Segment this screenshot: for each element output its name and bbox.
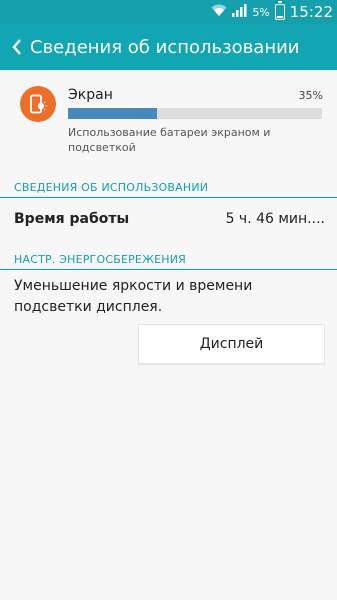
power-saving-description: Уменьшение яркости и времени подсветки д… [14,278,253,315]
page-title[interactable]: Сведения об использовании [30,37,300,58]
signal-icon [232,4,247,20]
section-header-power-saving: НАСТР. ЭНЕРГОСБЕРЕЖЕНИЯ [0,250,337,270]
section-header-usage-details: СВЕДЕНИЯ ОБ ИСПОЛЬЗОВАНИИ [0,178,337,198]
wifi-icon [211,4,227,20]
section-header-label: НАСТР. ЭНЕРГОСБЕРЕЖЕНИЯ [14,253,187,266]
clock: 15:22 [289,3,333,21]
status-icons: 5% 15:22 [211,0,333,24]
usage-description: Использование батареи экраном и подсветк… [68,126,271,154]
app-bar: Сведения об использовании [0,24,337,70]
battery-percent: 5% [252,5,270,19]
usage-progress-bar [68,108,322,119]
battery-icon [274,1,285,20]
display-settings-button[interactable]: Дисплей [138,324,325,364]
usage-percent: 35% [298,89,323,102]
usage-item-name: Экран [68,87,113,103]
status-bar: 5% 15:22 [0,0,337,24]
usage-item-screen: Экран 35% Использование батареи экраном … [0,70,337,162]
section-header-label: СВЕДЕНИЯ ОБ ИСПОЛЬЗОВАНИИ [14,181,209,194]
chevron-left-icon[interactable] [4,24,30,70]
runtime-row: Время работы 5 ч. 46 мин.... [0,197,337,241]
runtime-value: 5 ч. 46 мин.... [225,211,325,227]
screen-brightness-icon [20,86,56,122]
usage-progress-fill [68,108,157,119]
runtime-label: Время работы [14,211,130,227]
